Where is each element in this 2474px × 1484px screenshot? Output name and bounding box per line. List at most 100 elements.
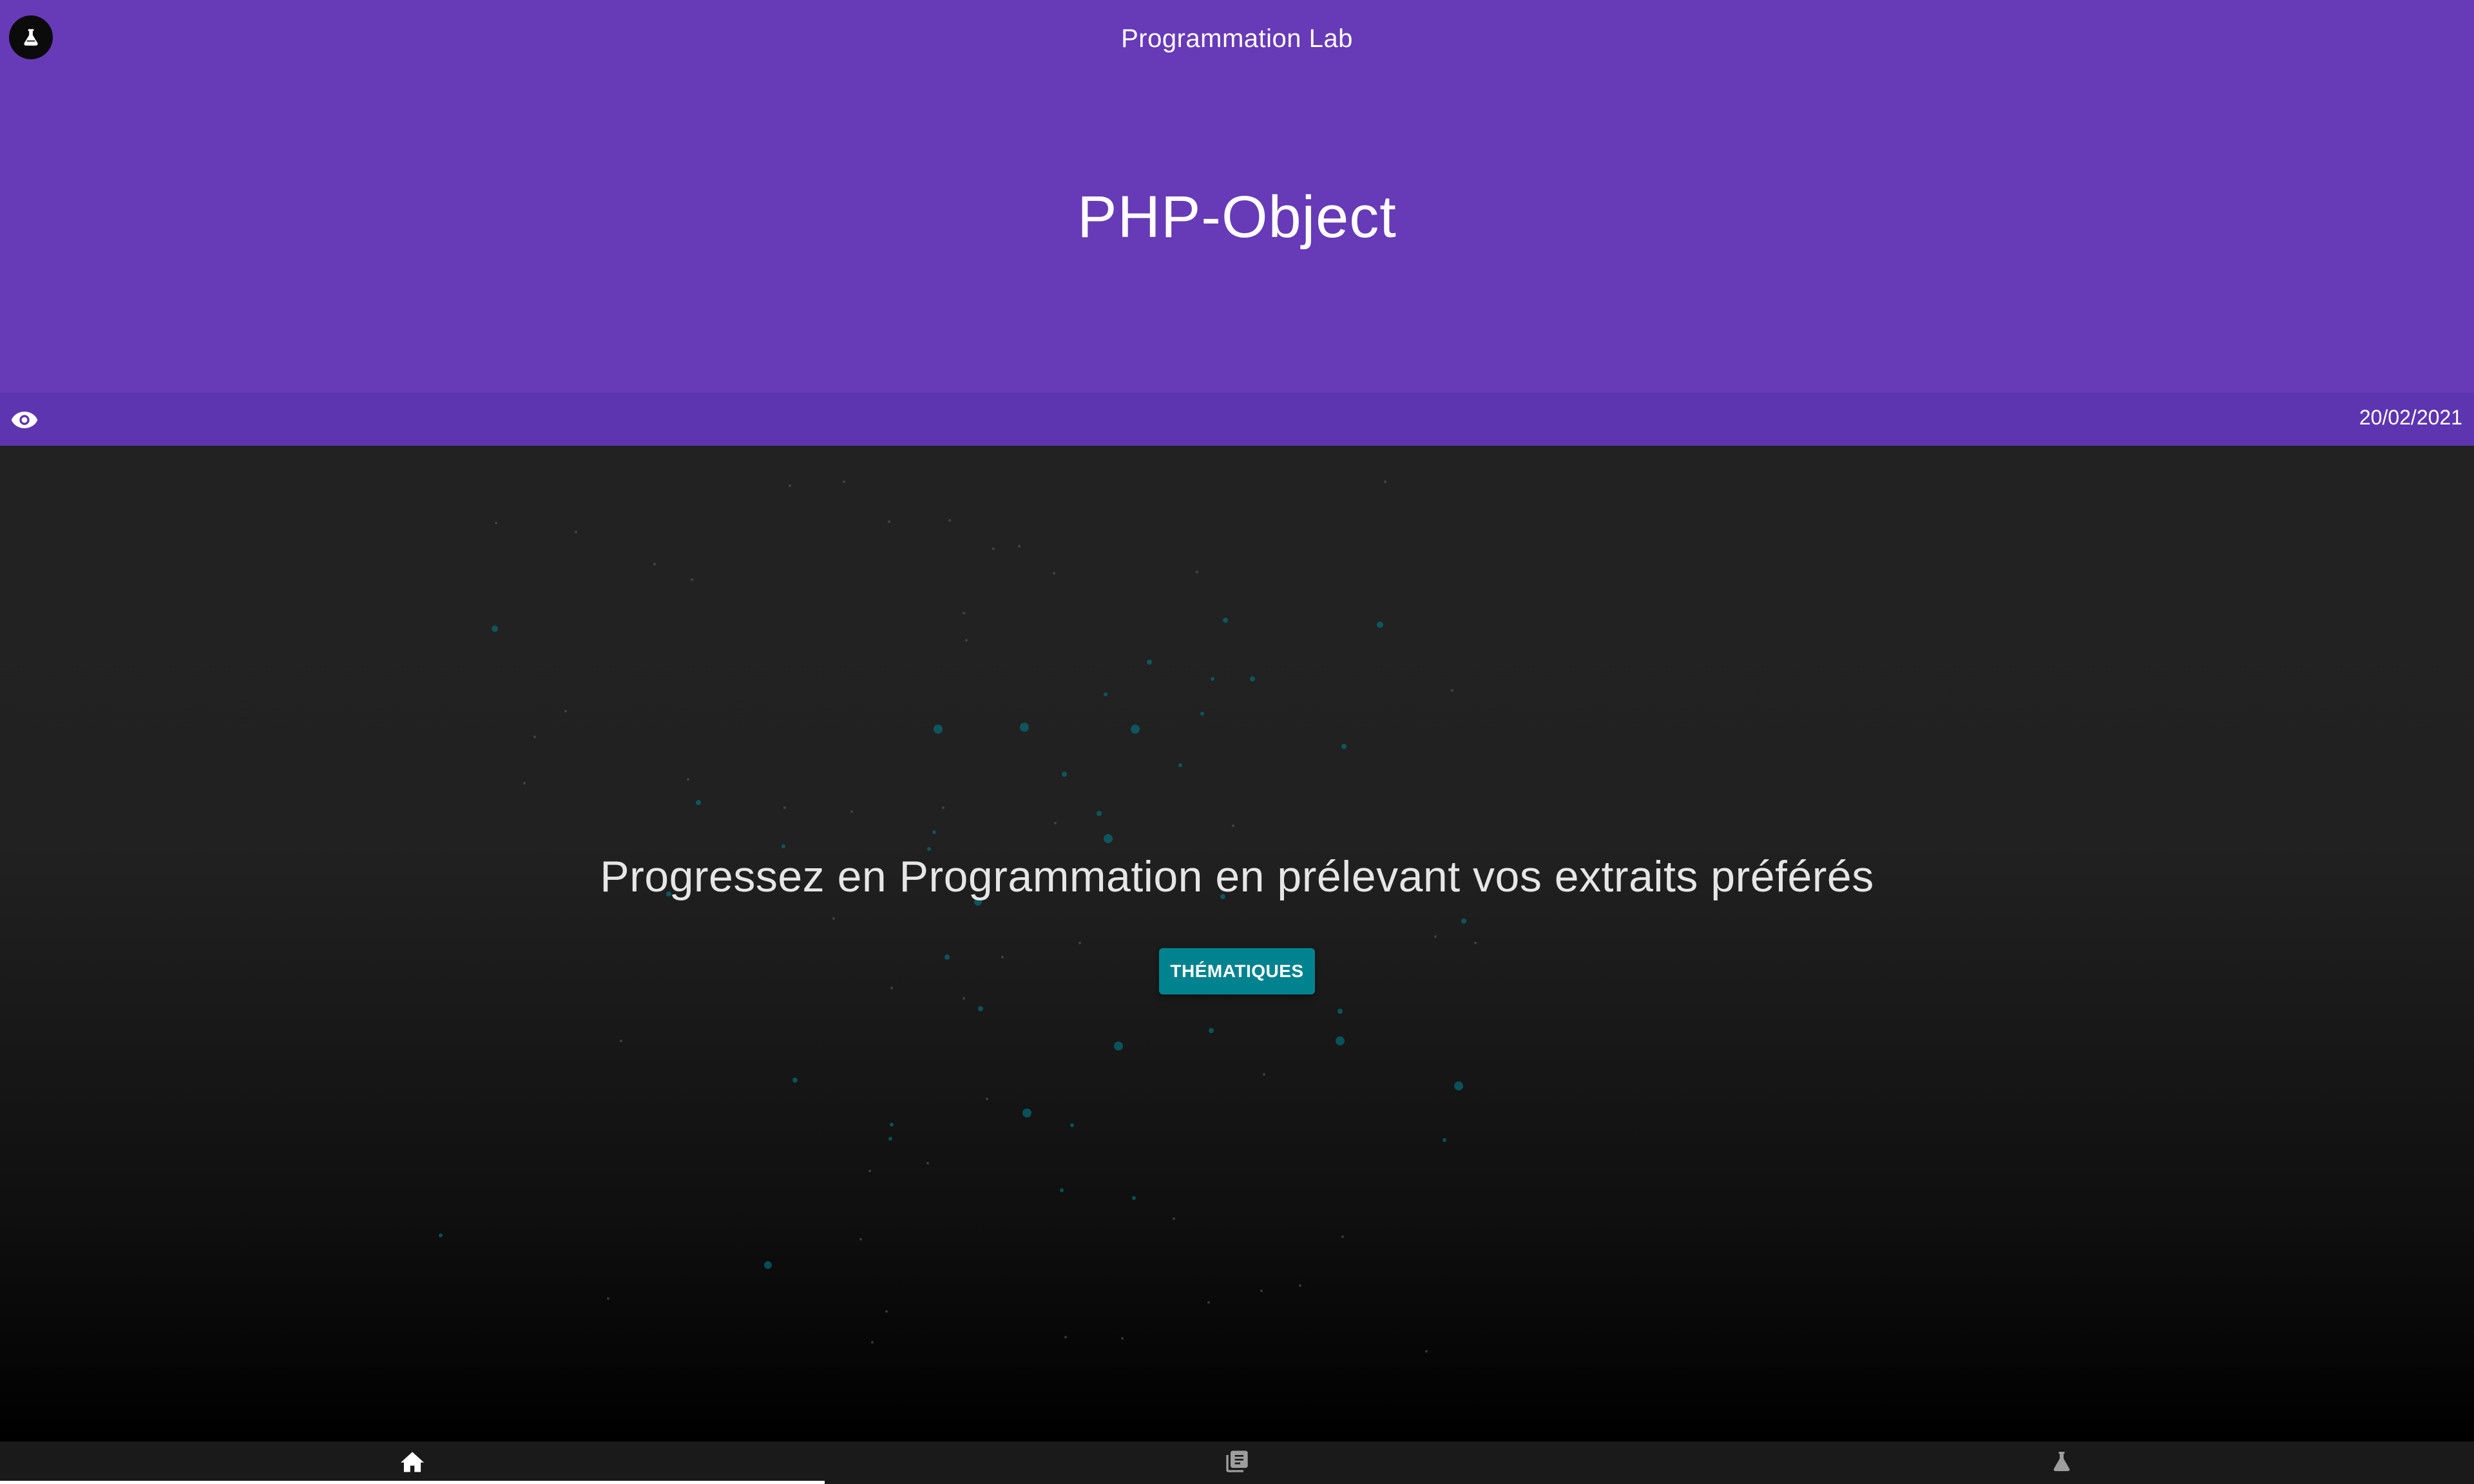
particle-dot: [1211, 677, 1214, 681]
particle-speck: [963, 997, 965, 1000]
meta-bar: 20/02/2021: [0, 393, 2474, 446]
particle-speck: [1341, 1235, 1344, 1238]
eye-icon[interactable]: [9, 406, 40, 434]
particle-speck: [1054, 822, 1057, 824]
particle-dot: [1131, 725, 1140, 734]
particle-speck: [620, 1040, 622, 1042]
flask-icon: [2050, 1450, 2073, 1476]
particle-dot: [1200, 712, 1204, 716]
particle-dot: [1020, 723, 1029, 732]
particle-dot: [1114, 1042, 1123, 1051]
particle-dot: [792, 1078, 798, 1083]
particle-dot: [927, 847, 931, 851]
particle-dot: [782, 844, 785, 848]
particle-dot: [696, 800, 701, 805]
home-icon: [399, 1450, 425, 1476]
particle-speck: [523, 782, 526, 785]
particle-dot: [1062, 772, 1067, 777]
particle-speck: [963, 612, 965, 614]
particle-speck: [789, 484, 791, 487]
particle-speck: [1207, 1301, 1210, 1304]
particle-speck: [1260, 1289, 1263, 1292]
particle-speck: [495, 522, 497, 524]
particle-speck: [890, 987, 893, 989]
hero-section: Progressez en Programmation en prélevant…: [0, 446, 2474, 1441]
particle-speck: [1173, 1217, 1175, 1220]
particle-dot: [978, 1006, 983, 1011]
thematiques-button[interactable]: THÉMATIQUES: [1159, 948, 1315, 994]
particle-speck: [691, 578, 693, 581]
particle-speck: [607, 1297, 609, 1300]
particle-dot: [1336, 1036, 1345, 1045]
particle-dot: [1461, 918, 1466, 924]
app-title: Programmation Lab: [1121, 24, 1353, 53]
particle-dot: [492, 625, 498, 632]
tab-home[interactable]: [0, 1441, 825, 1484]
particle-speck: [1001, 956, 1004, 958]
particle-dot: [439, 1233, 443, 1237]
particle-speck: [1474, 942, 1477, 944]
tab-lab[interactable]: [1649, 1441, 2474, 1484]
particle-speck: [992, 547, 995, 550]
particle-speck: [888, 520, 890, 523]
particle-dot: [1132, 1196, 1136, 1200]
particle-speck: [1064, 1336, 1067, 1338]
particle-speck: [843, 480, 845, 483]
particle-speck: [533, 736, 536, 738]
particle-speck: [885, 1310, 888, 1313]
particle-speck: [942, 806, 945, 809]
tab-library[interactable]: [825, 1441, 1649, 1484]
publish-date: 20/02/2021: [2359, 406, 2462, 429]
particle-dot: [1250, 676, 1255, 681]
particle-speck: [1451, 689, 1453, 692]
particle-speck: [850, 810, 853, 813]
particle-speck: [1121, 1337, 1124, 1340]
bottom-nav: [0, 1441, 2474, 1484]
particle-dot: [888, 1137, 892, 1141]
particle-speck: [871, 1341, 874, 1344]
particle-speck: [783, 806, 786, 809]
particle-dot: [1147, 660, 1152, 665]
library-books-icon: [1224, 1449, 1250, 1478]
particle-dot: [932, 830, 936, 834]
particle-speck: [832, 917, 835, 920]
particle-speck: [1232, 824, 1234, 827]
particle-dot: [1338, 1009, 1343, 1014]
particle-speck: [564, 710, 567, 712]
particle-dot: [1377, 622, 1383, 628]
particle-dot: [1070, 1123, 1074, 1127]
particle-dot: [1104, 834, 1113, 843]
app-header: Programmation Lab PHP-Object: [0, 0, 2474, 393]
particle-speck: [687, 778, 689, 781]
particle-speck: [1018, 545, 1021, 547]
particle-speck: [1384, 480, 1386, 483]
particle-dot: [1022, 1108, 1031, 1118]
particle-speck: [948, 519, 951, 522]
app-root: Programmation Lab PHP-Object 20/02/2021 …: [0, 0, 2474, 1484]
particle-speck: [575, 531, 577, 533]
particle-speck: [1263, 1073, 1265, 1076]
particle-dot: [890, 1123, 894, 1127]
particle-dot: [764, 1261, 772, 1269]
particle-dot: [1060, 1188, 1064, 1192]
particle-dot: [1454, 1081, 1463, 1090]
particle-speck: [1196, 571, 1198, 573]
particle-speck: [868, 1170, 871, 1172]
page-title: PHP-Object: [1077, 184, 1397, 250]
particle-speck: [1079, 942, 1081, 944]
particle-speck: [653, 563, 656, 566]
particle-dot: [934, 725, 943, 734]
particle-dot: [1223, 618, 1228, 623]
particle-dot: [945, 955, 950, 960]
particle-dot: [1443, 1138, 1446, 1142]
particle-speck: [1434, 935, 1437, 938]
particle-speck: [986, 1098, 988, 1100]
particle-speck: [859, 1238, 862, 1241]
particle-speck: [926, 1162, 929, 1165]
particle-speck: [1299, 1284, 1301, 1287]
particle-speck: [1425, 1350, 1428, 1353]
particle-speck: [965, 639, 968, 642]
particle-background: [439, 480, 1477, 1353]
particle-dot: [1104, 692, 1108, 696]
particle-dot: [1209, 1028, 1214, 1033]
